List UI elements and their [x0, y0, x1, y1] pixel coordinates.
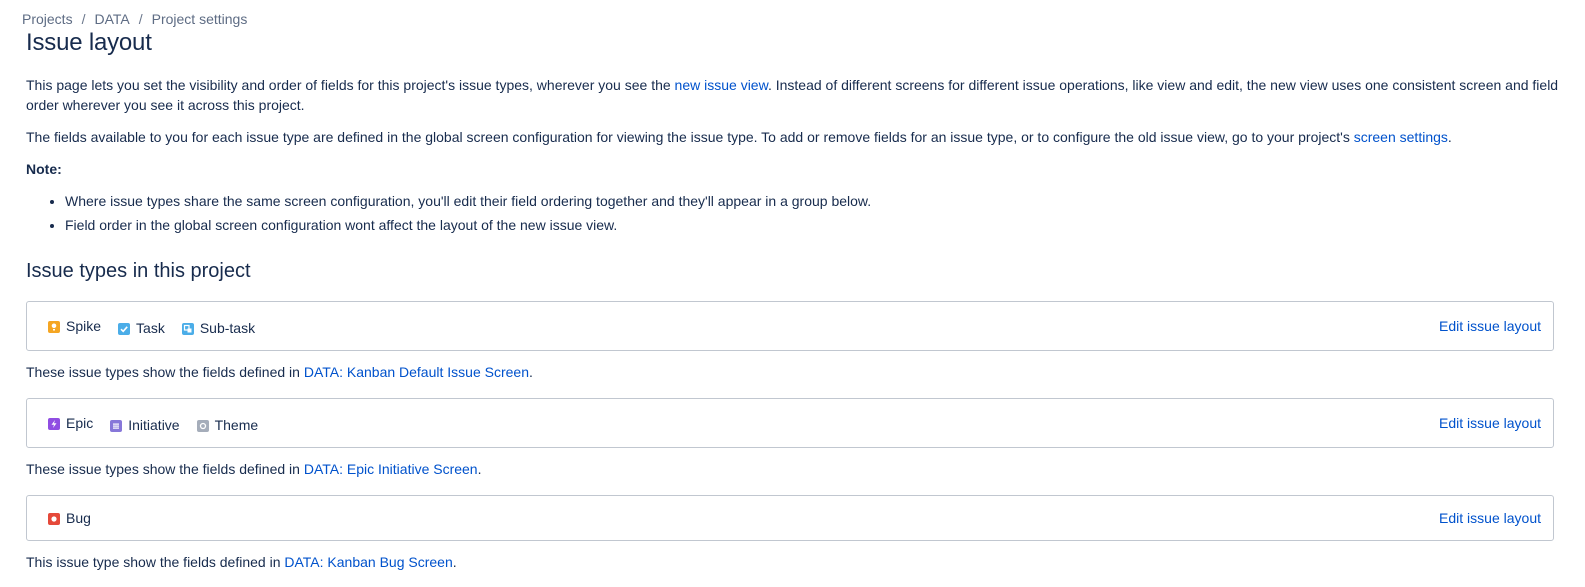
group-caption: This issue type show the fields defined …: [26, 552, 457, 572]
breadcrumb-project-settings[interactable]: Project settings: [152, 11, 248, 27]
group-caption: These issue types show the fields define…: [26, 459, 482, 479]
issue-type-group: Bug Edit issue layout: [26, 495, 1554, 541]
breadcrumb-separator: /: [81, 11, 86, 27]
breadcrumb-projects[interactable]: Projects: [22, 11, 73, 27]
issue-type-group: Epic Initiative Theme Edit issue layout: [26, 398, 1554, 448]
fields-info-paragraph: The fields available to you for each iss…: [26, 127, 1561, 147]
page-title: Issue layout: [26, 29, 152, 56]
caption-text: These issue types show the fields define…: [26, 364, 304, 380]
screen-settings-link[interactable]: screen settings: [1354, 129, 1448, 145]
issue-type-label: Sub-task: [199, 320, 256, 336]
theme-icon: [196, 420, 209, 432]
issue-type-theme: Theme: [196, 417, 259, 433]
issue-type-spike: Spike: [48, 318, 101, 334]
note-list: Where issue types share the same screen …: [26, 189, 871, 237]
bug-icon: [48, 513, 60, 525]
issue-type-label: Theme: [214, 417, 259, 433]
edit-issue-layout-link[interactable]: Edit issue layout: [1439, 399, 1541, 447]
issue-type-epic: Epic: [48, 415, 93, 431]
note-label: Note:: [26, 161, 62, 177]
issue-type-list: Epic Initiative Theme: [48, 399, 275, 447]
issue-type-group: Spike Task Sub-task Edit issue layout: [26, 301, 1554, 351]
section-title: Issue types in this project: [26, 260, 251, 282]
edit-issue-layout-link[interactable]: Edit issue layout: [1439, 302, 1541, 350]
note-item: Where issue types share the same screen …: [65, 189, 871, 213]
issue-type-initiative: Initiative: [110, 417, 180, 433]
breadcrumb-data[interactable]: DATA: [94, 11, 129, 27]
group-caption: These issue types show the fields define…: [26, 362, 533, 382]
new-issue-view-link[interactable]: new issue view: [675, 77, 768, 93]
issue-type-label: Spike: [66, 318, 102, 334]
caption-end: .: [528, 364, 533, 380]
issue-type-task: Task: [118, 320, 165, 336]
issue-type-subtask: Sub-task: [181, 320, 256, 336]
epic-icon: [48, 418, 60, 430]
issue-type-list: Bug: [48, 496, 108, 540]
screen-link[interactable]: DATA: Epic Initiative Screen: [304, 461, 478, 477]
breadcrumb: Projects / DATA / Project settings: [22, 11, 247, 27]
issue-type-label: Epic: [66, 415, 94, 431]
intro-text-start: This page lets you set the visibility an…: [26, 77, 675, 93]
screen-link[interactable]: DATA: Kanban Default Issue Screen: [304, 364, 529, 380]
subtask-icon: [181, 323, 194, 335]
fields-info-text-start: The fields available to you for each iss…: [26, 129, 1354, 145]
caption-text: These issue types show the fields define…: [26, 461, 304, 477]
note-item: Field order in the global screen configu…: [65, 213, 871, 237]
issue-type-list: Spike Task Sub-task: [48, 302, 272, 350]
breadcrumb-separator: /: [138, 11, 143, 27]
task-icon: [118, 323, 131, 335]
issue-type-label: Task: [136, 320, 165, 336]
issue-type-bug: Bug: [48, 510, 91, 526]
initiative-icon: [110, 420, 123, 432]
edit-issue-layout-link[interactable]: Edit issue layout: [1439, 496, 1541, 540]
caption-text: This issue type show the fields defined …: [26, 554, 285, 570]
issue-type-label: Bug: [66, 510, 91, 526]
fields-info-text-end: .: [1447, 129, 1452, 145]
intro-paragraph: This page lets you set the visibility an…: [26, 75, 1561, 115]
spike-icon: [48, 321, 60, 333]
screen-link[interactable]: DATA: Kanban Bug Screen: [284, 554, 452, 570]
caption-end: .: [477, 461, 482, 477]
issue-type-label: Initiative: [128, 417, 180, 433]
caption-end: .: [452, 554, 457, 570]
